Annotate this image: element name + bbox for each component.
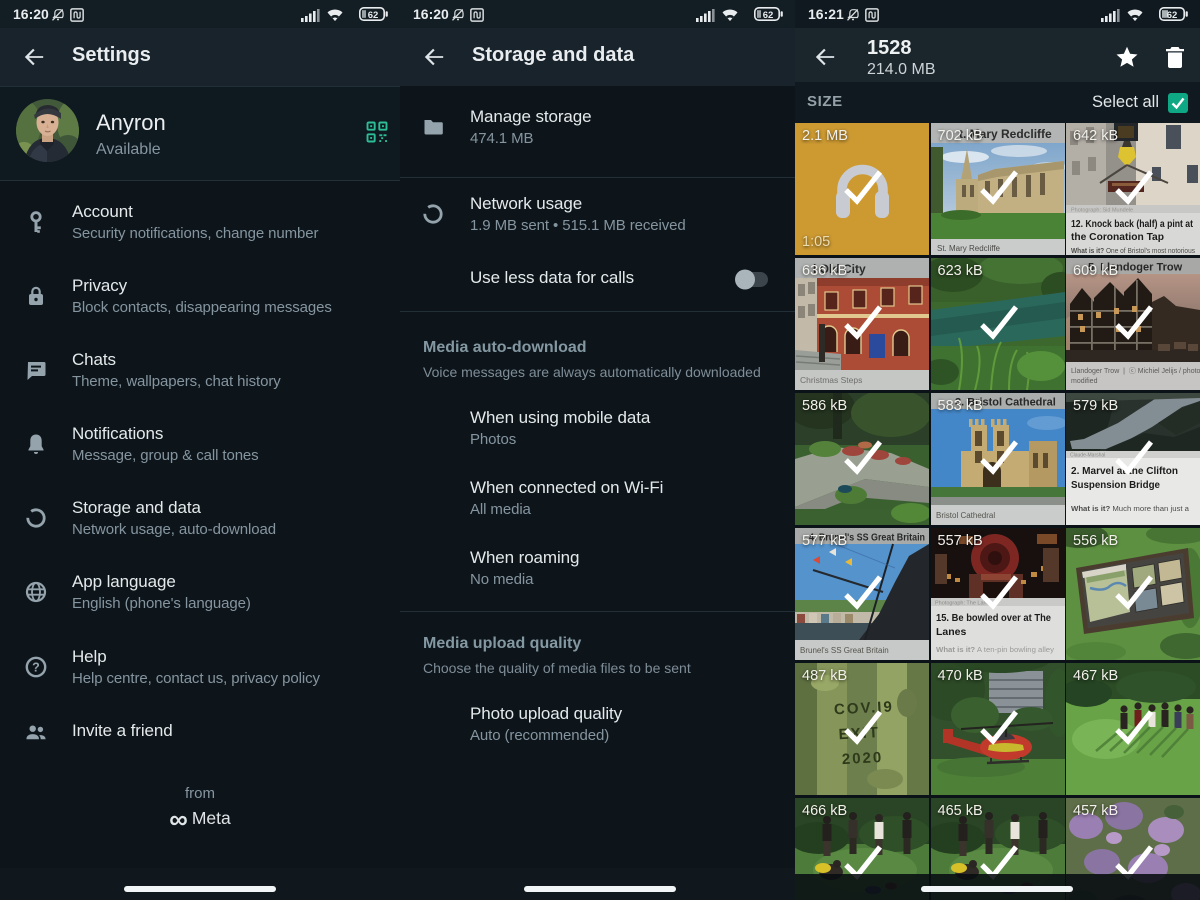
svg-text:Brunel's SS Great Britain: Brunel's SS Great Britain xyxy=(800,646,889,655)
svg-text:62: 62 xyxy=(763,10,774,21)
svg-text:2020: 2020 xyxy=(841,749,883,768)
svg-text:Lanes: Lanes xyxy=(936,626,967,638)
svg-text:62: 62 xyxy=(1167,10,1178,21)
svg-text:What is it? One of Bristol's m: What is it? One of Bristol's most notori… xyxy=(1071,248,1195,255)
svg-text:15. Be bowled over at The: 15. Be bowled over at The xyxy=(936,612,1051,624)
svg-text:St. Mary Redcliffe: St. Mary Redcliffe xyxy=(937,244,1001,253)
svg-text:62: 62 xyxy=(368,10,379,21)
svg-text:Claude-Marshal: Claude-Marshal xyxy=(1070,453,1105,459)
svg-text:What is it? Much more than jus: What is it? Much more than just a xyxy=(1071,506,1189,513)
svg-text:Christmas Steps: Christmas Steps xyxy=(800,375,862,385)
svg-text:Llandoger Trow | ⓒ Michiel J: Llandoger Trow | ⓒ Michiel Jelijs / phot… xyxy=(1071,367,1200,375)
svg-text:Photograph: Sid Mundele: Photograph: Sid Mundele xyxy=(1071,208,1133,214)
svg-text:modified: modified xyxy=(1071,378,1098,385)
svg-text:What is it? A ten-pin bowling: What is it? A ten-pin bowling alley xyxy=(936,647,1055,654)
svg-text:?: ? xyxy=(32,660,40,674)
svg-text:Suspension Bridge: Suspension Bridge xyxy=(1071,479,1160,491)
svg-text:Photograph: The Lanes: Photograph: The Lanes xyxy=(935,601,993,607)
svg-text:the Coronation Tap: the Coronation Tap xyxy=(1071,231,1164,243)
svg-text:12. Knock back (half) a pint a: 12. Knock back (half) a pint at xyxy=(1071,218,1193,230)
svg-text:Bristol Cathedral: Bristol Cathedral xyxy=(936,511,995,520)
svg-text:COV.I9: COV.I9 xyxy=(834,698,895,718)
